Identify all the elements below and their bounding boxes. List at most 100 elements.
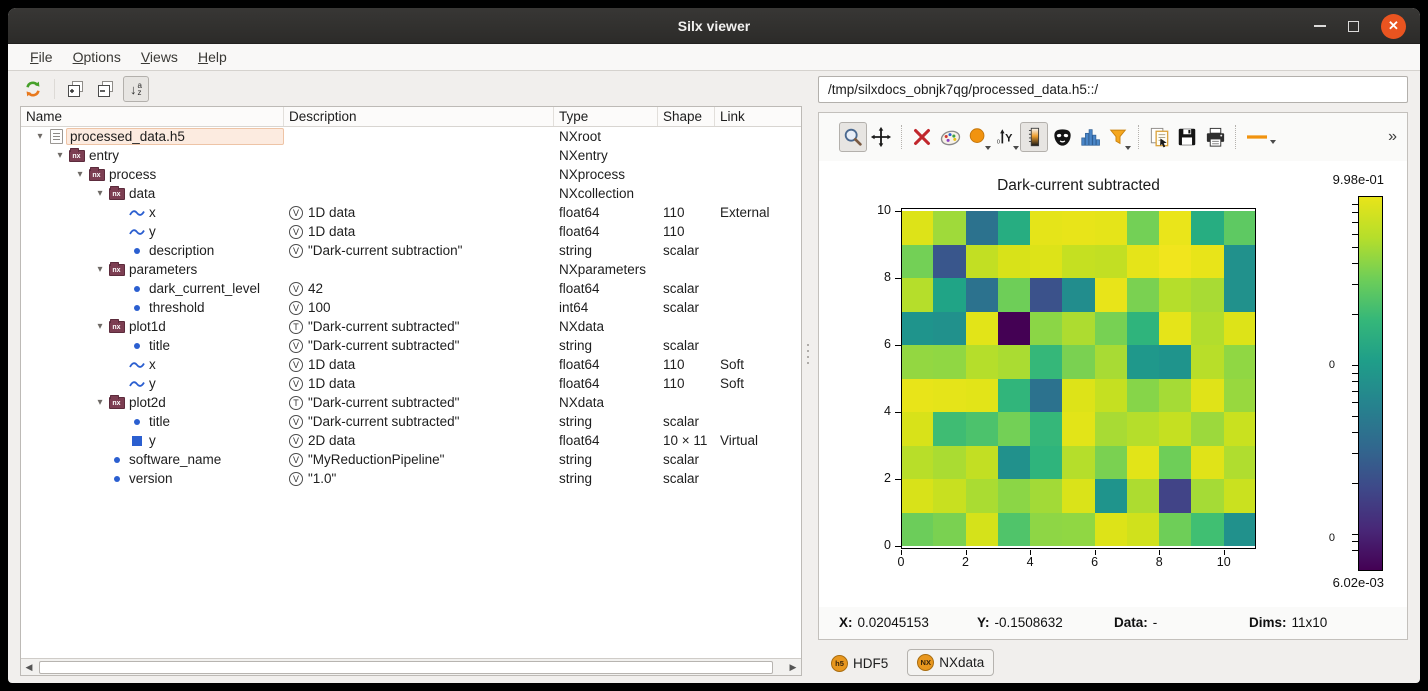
y-axis-tick: [895, 412, 901, 413]
node-label[interactable]: process: [106, 167, 159, 182]
sort-icon[interactable]: ↓az: [123, 76, 149, 102]
tree-row-x[interactable]: xV1D datafloat64110Soft: [21, 355, 801, 374]
colorbar-icon[interactable]: [1020, 122, 1048, 152]
nx-group-icon: nx: [109, 188, 125, 200]
tree-row-data[interactable]: ▾nxdataNXcollection: [21, 184, 801, 203]
tree-row-title[interactable]: titleV"Dark-current subtracted"stringsca…: [21, 412, 801, 431]
node-type: string: [554, 243, 658, 258]
column-header-link[interactable]: Link: [715, 107, 801, 126]
close-icon[interactable]: ✕: [1381, 14, 1406, 39]
tree-header[interactable]: Name Description Type Shape Link: [21, 107, 801, 127]
minimize-icon[interactable]: [1314, 25, 1326, 27]
print-icon[interactable]: [1201, 122, 1229, 152]
scroll-left-icon[interactable]: ◀: [21, 659, 37, 675]
expander-icon[interactable]: ▾: [53, 150, 67, 161]
node-label[interactable]: plot1d: [126, 319, 169, 334]
horizontal-scrollbar[interactable]: ◀ ▶: [21, 658, 801, 675]
column-header-shape[interactable]: Shape: [658, 107, 715, 126]
menu-item-views[interactable]: Views: [131, 46, 188, 68]
expander-icon[interactable]: ▾: [73, 169, 87, 180]
menu-item-file[interactable]: File: [20, 46, 63, 68]
node-link: Soft: [715, 376, 801, 391]
attribute-badge-V: V: [289, 282, 303, 296]
y-axis-tick-label: 6: [865, 337, 891, 351]
expand-all-icon[interactable]: [63, 76, 89, 102]
title-bar[interactable]: Silx viewer ✕: [8, 8, 1420, 44]
tree-row-title[interactable]: titleV"Dark-current subtracted"stringsca…: [21, 336, 801, 355]
node-label[interactable]: software_name: [126, 452, 224, 467]
node-label[interactable]: parameters: [126, 262, 200, 277]
tab-hdf5[interactable]: h5HDF5: [822, 651, 897, 676]
y-axis-tick: [895, 345, 901, 346]
tree-row-threshold[interactable]: thresholdV100int64scalar: [21, 298, 801, 317]
scrollbar-thumb[interactable]: [39, 661, 773, 674]
tree-row-process[interactable]: ▾nxprocessNXprocess: [21, 165, 801, 184]
node-label[interactable]: data: [126, 186, 158, 201]
column-header-description[interactable]: Description: [284, 107, 554, 126]
tree-row-y[interactable]: yV2D datafloat6410 × 11Virtual: [21, 431, 801, 450]
pan-mode-icon[interactable]: [867, 122, 895, 152]
aspect-ratio-icon[interactable]: [964, 122, 992, 152]
tree-row-processed_data.h5[interactable]: ▾processed_data.h5NXroot: [21, 127, 801, 146]
node-label[interactable]: title: [146, 338, 173, 353]
expander-icon[interactable]: ▾: [93, 397, 107, 408]
tree-row-x[interactable]: xV1D datafloat64110External: [21, 203, 801, 222]
node-label[interactable]: y: [146, 224, 159, 239]
node-label[interactable]: threshold: [146, 300, 208, 315]
tree-row-software_name[interactable]: software_nameV"MyReductionPipeline"strin…: [21, 450, 801, 469]
node-label[interactable]: x: [146, 205, 159, 220]
attribute-badge-V: V: [289, 472, 303, 486]
tree-row-entry[interactable]: ▾nxentryNXentry: [21, 146, 801, 165]
tree-row-version[interactable]: versionV"1.0"stringscalar: [21, 469, 801, 488]
tree-row-parameters[interactable]: ▾nxparametersNXparameters: [21, 260, 801, 279]
tree-row-plot2d[interactable]: ▾nxplot2dT"Dark-current subtracted"NXdat…: [21, 393, 801, 412]
tree-row-y[interactable]: yV1D datafloat64110: [21, 222, 801, 241]
node-label[interactable]: dark_current_level: [146, 281, 263, 296]
panel-splitter[interactable]: [807, 340, 810, 368]
plot-canvas[interactable]: Dark-current subtracted 02468100246810 0…: [819, 161, 1407, 607]
node-label[interactable]: y: [146, 433, 159, 448]
node-label[interactable]: processed_data.h5: [66, 128, 284, 145]
menu-item-help[interactable]: Help: [188, 46, 237, 68]
filter-icon[interactable]: [1104, 122, 1132, 152]
tab-label: NXdata: [939, 655, 984, 670]
tree-row-plot1d[interactable]: ▾nxplot1dT"Dark-current subtracted"NXdat…: [21, 317, 801, 336]
node-label[interactable]: plot2d: [126, 395, 169, 410]
node-label[interactable]: y: [146, 376, 159, 391]
save-icon[interactable]: [1173, 122, 1201, 152]
histogram-icon[interactable]: [1076, 122, 1104, 152]
node-label[interactable]: title: [146, 414, 173, 429]
scroll-right-icon[interactable]: ▶: [785, 659, 801, 675]
reset-zoom-icon[interactable]: [908, 122, 936, 152]
dataset-path-field[interactable]: /tmp/silxdocs_obnjk7qg/processed_data.h5…: [818, 76, 1408, 103]
copy-snapshot-icon[interactable]: [1145, 122, 1173, 152]
colorbar-gradient[interactable]: [1358, 196, 1383, 571]
y-axis-orientation-icon[interactable]: 0 Y: [992, 122, 1020, 152]
tree-row-dark_current_level[interactable]: dark_current_levelV42float64scalar: [21, 279, 801, 298]
column-header-type[interactable]: Type: [554, 107, 658, 126]
column-header-name[interactable]: Name: [21, 107, 284, 126]
maximize-icon[interactable]: [1348, 21, 1359, 32]
menu-item-options[interactable]: Options: [63, 46, 131, 68]
expander-icon[interactable]: ▾: [93, 321, 107, 332]
window-title: Silx viewer: [678, 18, 750, 34]
expander-icon[interactable]: ▾: [93, 264, 107, 275]
toolbar-extension-icon[interactable]: »: [1388, 128, 1397, 146]
mask-tools-icon[interactable]: [1048, 122, 1076, 152]
tree-row-description[interactable]: descriptionV"Dark-current subtraction"st…: [21, 241, 801, 260]
node-label[interactable]: x: [146, 357, 159, 372]
tab-nxdata[interactable]: NXNXdata: [907, 649, 994, 676]
node-description: 2D data: [308, 433, 355, 448]
zoom-mode-icon[interactable]: [839, 122, 867, 152]
node-label[interactable]: entry: [86, 148, 122, 163]
node-label[interactable]: description: [146, 243, 217, 258]
collapse-all-icon[interactable]: [93, 76, 119, 102]
refresh-icon[interactable]: [20, 76, 46, 102]
colormap-icon[interactable]: [936, 122, 964, 152]
node-label[interactable]: version: [126, 471, 176, 486]
profile-icon[interactable]: [1242, 122, 1276, 152]
scalar-dataset-icon: [114, 457, 120, 463]
tree-row-y[interactable]: yV1D datafloat64110Soft: [21, 374, 801, 393]
expander-icon[interactable]: ▾: [93, 188, 107, 199]
expander-icon[interactable]: ▾: [33, 131, 47, 142]
